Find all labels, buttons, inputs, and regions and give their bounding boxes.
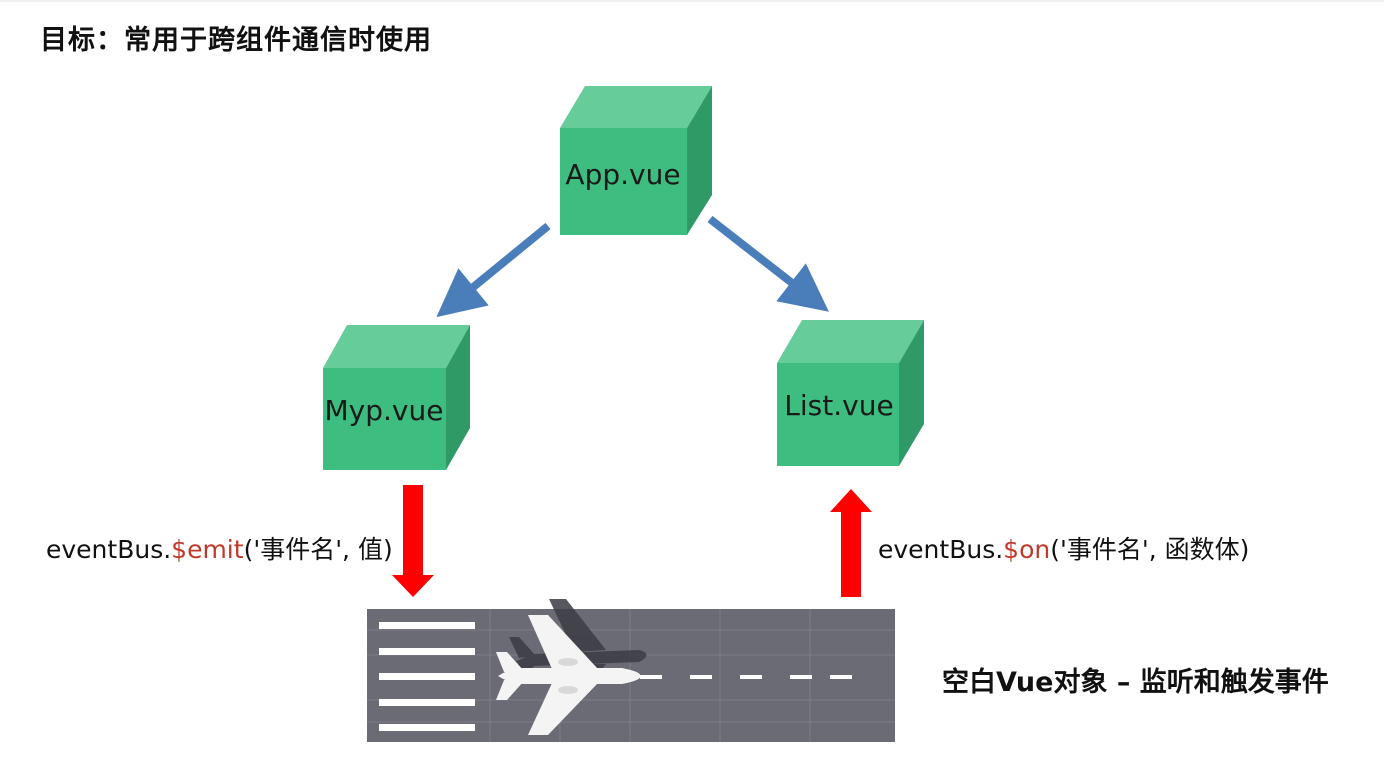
on-label-prefix: eventBus. [878, 535, 1004, 564]
arrow-app-to-myp [436, 222, 551, 318]
event-bus-caption: 空白Vue对象 – 监听和触发事件 [942, 667, 1329, 698]
on-label-args: ('事件名', 函数体) [1050, 535, 1250, 564]
emit-label-method: $emit [171, 535, 244, 564]
list-cube-label: List.vue [784, 389, 893, 422]
app-cube-top [560, 86, 712, 128]
emit-label-args: ('事件名', 值) [243, 535, 393, 564]
list-cube-top [777, 320, 924, 363]
on-label-method: $on [1003, 535, 1051, 564]
event-bus-diagram: App.vue Myp.vue List.vue [323, 86, 924, 742]
myp-cube-label: Myp.vue [325, 394, 444, 427]
list-cube[interactable]: List.vue [777, 320, 924, 466]
app-cube[interactable]: App.vue [560, 86, 712, 235]
on-arrow [830, 489, 872, 597]
arrow-app-to-list [707, 215, 829, 312]
myp-cube-top [323, 325, 470, 368]
emit-label-prefix: eventBus. [46, 535, 172, 564]
on-label: eventBus.$on('事件名', 函数体) [878, 530, 1249, 566]
emit-label: eventBus.$emit('事件名', 值) [46, 530, 393, 566]
event-bus-runway [367, 599, 895, 742]
myp-cube[interactable]: Myp.vue [323, 325, 470, 470]
app-cube-label: App.vue [565, 158, 680, 191]
emit-arrow [392, 485, 434, 597]
